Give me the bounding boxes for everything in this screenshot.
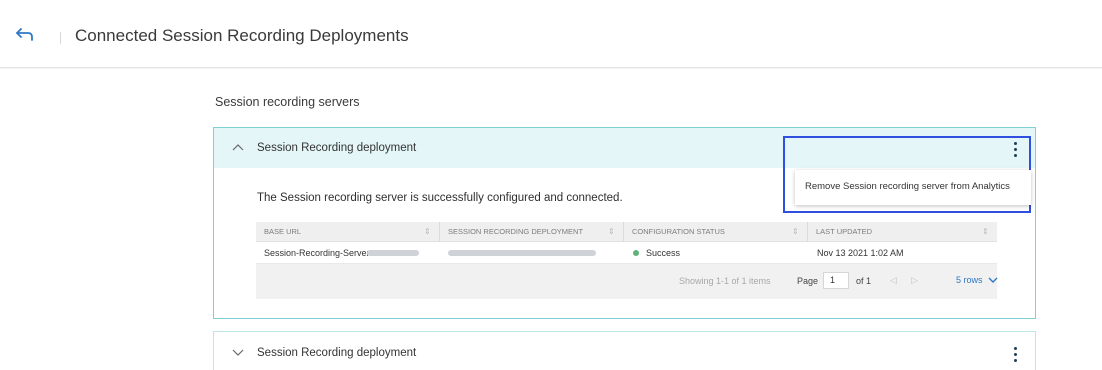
deployment-title: Session Recording deployment bbox=[257, 347, 417, 359]
success-status-icon bbox=[633, 250, 639, 256]
section-title: Session recording servers bbox=[215, 95, 360, 109]
page-title: Connected Session Recording Deployments bbox=[75, 26, 409, 45]
chevron-down-icon bbox=[988, 277, 998, 284]
pagination-summary: Showing 1-1 of 1 items bbox=[679, 276, 771, 286]
rows-per-page-label: 5 rows bbox=[956, 275, 983, 285]
table-pagination: Showing 1-1 of 1 items Page 1 of 1 ◁ ▷ 5… bbox=[256, 264, 998, 299]
servers-table: BASE URL ⇕ SESSION RECORDING DEPLOYMENT … bbox=[256, 222, 998, 299]
page-header: Connected Session Recording Deployments bbox=[0, 0, 1102, 68]
last-updated-cell: Nov 13 2021 1:02 AM bbox=[817, 248, 904, 258]
sort-icon[interactable]: ⇕ bbox=[424, 227, 431, 236]
sort-icon[interactable]: ⇕ bbox=[792, 227, 799, 236]
previous-page-icon[interactable]: ◁ bbox=[890, 275, 897, 286]
column-header-configuration-status[interactable]: CONFIGURATION STATUS bbox=[632, 227, 725, 236]
column-header-base-url[interactable]: BASE URL bbox=[264, 227, 301, 236]
page-number-input[interactable]: 1 bbox=[823, 272, 849, 289]
chevron-down-icon[interactable] bbox=[232, 347, 244, 357]
more-options-icon[interactable] bbox=[1010, 345, 1022, 363]
redacted-text bbox=[367, 250, 419, 256]
main-content: Session recording servers Session Record… bbox=[0, 69, 1102, 370]
page-label: Page bbox=[797, 276, 819, 286]
back-arrow-icon[interactable] bbox=[14, 26, 36, 44]
column-header-last-updated[interactable]: LAST UPDATED bbox=[816, 227, 872, 236]
column-divider bbox=[439, 222, 440, 242]
next-page-icon[interactable]: ▷ bbox=[911, 275, 918, 286]
chevron-up-icon[interactable] bbox=[232, 142, 244, 152]
column-divider bbox=[807, 222, 808, 242]
deployment-title: Session Recording deployment bbox=[257, 142, 417, 154]
sort-icon[interactable]: ⇕ bbox=[608, 227, 615, 236]
rows-per-page-select[interactable]: 5 rows bbox=[956, 275, 998, 285]
page-total-label: of 1 bbox=[856, 276, 872, 286]
base-url-cell: Session-Recording-Server- bbox=[264, 248, 373, 258]
header-divider bbox=[60, 32, 61, 44]
deployment-panel-collapsed[interactable]: Session Recording deployment bbox=[213, 331, 1036, 370]
remove-server-menu-item[interactable]: Remove Session recording server from Ana… bbox=[805, 181, 1010, 192]
redacted-deployment-name bbox=[448, 250, 596, 256]
status-message: The Session recording server is successf… bbox=[257, 192, 623, 204]
options-menu: Remove Session recording server from Ana… bbox=[795, 170, 1031, 205]
column-header-deployment[interactable]: SESSION RECORDING DEPLOYMENT bbox=[448, 227, 583, 236]
column-divider bbox=[623, 222, 624, 242]
table-header-row: BASE URL ⇕ SESSION RECORDING DEPLOYMENT … bbox=[256, 222, 997, 242]
sort-icon[interactable]: ⇕ bbox=[982, 227, 989, 236]
table-row[interactable]: Session-Recording-Server- Success Nov 13… bbox=[256, 242, 997, 264]
status-cell: Success bbox=[646, 248, 681, 258]
